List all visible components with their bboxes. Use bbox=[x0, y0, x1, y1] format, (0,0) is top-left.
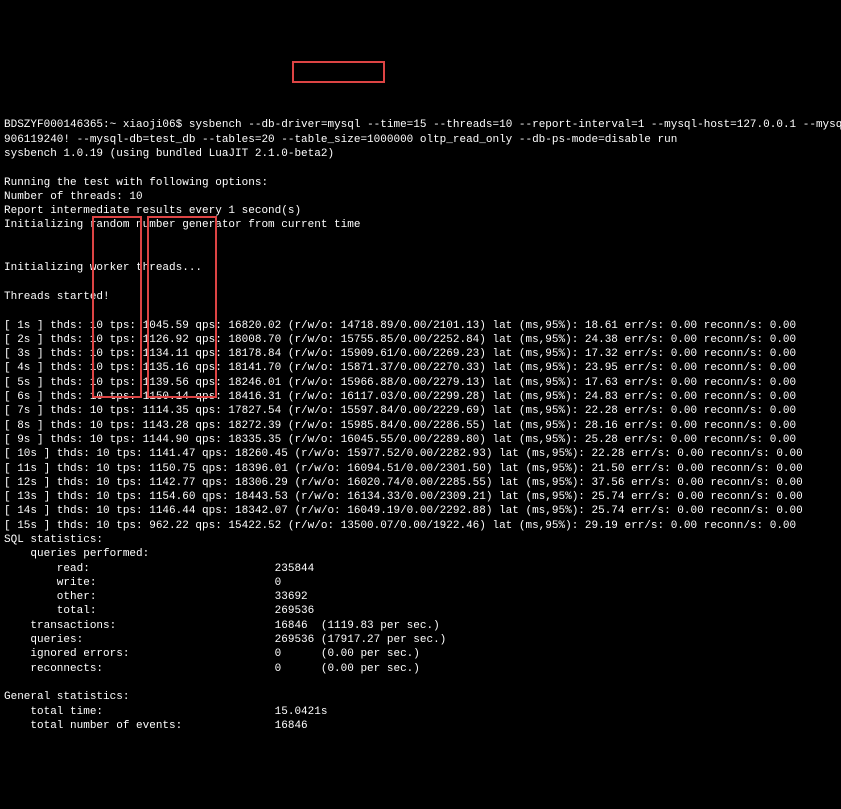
prompt-line-1: BDSZYF000146365:~ xiaoji06$ sysbench --d… bbox=[4, 119, 841, 131]
version-line: sysbench 1.0.19 (using bundled LuaJIT 2.… bbox=[4, 148, 334, 160]
stat-total-time: total time: 15.0421s bbox=[4, 706, 327, 718]
highlight-command-arg bbox=[292, 61, 385, 83]
stat-ignored-errors: ignored errors: 0 (0.00 per sec.) bbox=[4, 648, 420, 660]
interval-row: [ 9s ] thds: 10 tps: 1144.90 qps: 18335.… bbox=[4, 434, 796, 446]
queries-performed-header: queries performed: bbox=[4, 548, 149, 560]
interval-row: [ 14s ] thds: 10 tps: 1146.44 qps: 18342… bbox=[4, 505, 803, 517]
option-rng: Initializing random number generator fro… bbox=[4, 219, 360, 231]
sql-stats-header: SQL statistics: bbox=[4, 534, 103, 546]
terminal-output: BDSZYF000146365:~ xiaoji06$ sysbench --d… bbox=[4, 61, 837, 733]
threads-started: Threads started! bbox=[4, 291, 110, 303]
interval-row: [ 3s ] thds: 10 tps: 1134.11 qps: 18178.… bbox=[4, 348, 796, 360]
shell-prompt: BDSZYF000146365:~ xiaoji06$ bbox=[4, 119, 182, 131]
stat-transactions: transactions: 16846 (1119.83 per sec.) bbox=[4, 620, 440, 632]
option-interval: Report intermediate results every 1 seco… bbox=[4, 205, 301, 217]
stat-read: read: 235844 bbox=[4, 563, 314, 575]
stat-other: other: 33692 bbox=[4, 591, 308, 603]
stat-total: total: 269536 bbox=[4, 605, 314, 617]
interval-row: [ 13s ] thds: 10 tps: 1154.60 qps: 18443… bbox=[4, 491, 803, 503]
general-stats-header: General statistics: bbox=[4, 691, 129, 703]
interval-row: [ 2s ] thds: 10 tps: 1126.92 qps: 18008.… bbox=[4, 334, 796, 346]
stat-queries: queries: 269536 (17917.27 per sec.) bbox=[4, 634, 446, 646]
init-workers: Initializing worker threads... bbox=[4, 262, 202, 274]
option-threads: Number of threads: 10 bbox=[4, 191, 143, 203]
interval-row: [ 7s ] thds: 10 tps: 1114.35 qps: 17827.… bbox=[4, 405, 796, 417]
interval-row: [ 6s ] thds: 10 tps: 1150.14 qps: 18416.… bbox=[4, 391, 796, 403]
interval-row: [ 1s ] thds: 10 tps: 1045.59 qps: 16820.… bbox=[4, 320, 796, 332]
options-header: Running the test with following options: bbox=[4, 177, 268, 189]
interval-row: [ 5s ] thds: 10 tps: 1139.56 qps: 18246.… bbox=[4, 377, 796, 389]
prompt-line-2[interactable]: 906119240! --mysql-db=test_db --tables=2… bbox=[4, 134, 677, 146]
interval-row: [ 8s ] thds: 10 tps: 1143.28 qps: 18272.… bbox=[4, 420, 796, 432]
stat-reconnects: reconnects: 0 (0.00 per sec.) bbox=[4, 663, 420, 675]
interval-row: [ 4s ] thds: 10 tps: 1135.16 qps: 18141.… bbox=[4, 362, 796, 374]
stat-write: write: 0 bbox=[4, 577, 281, 589]
stat-total-events: total number of events: 16846 bbox=[4, 720, 308, 732]
command-part-1[interactable]: sysbench --db-driver=mysql --time=15 --t… bbox=[189, 119, 841, 131]
interval-row: [ 10s ] thds: 10 tps: 1141.47 qps: 18260… bbox=[4, 448, 803, 460]
interval-row: [ 15s ] thds: 10 tps: 962.22 qps: 15422.… bbox=[4, 520, 796, 532]
interval-row: [ 11s ] thds: 10 tps: 1150.75 qps: 18396… bbox=[4, 463, 803, 475]
interval-row: [ 12s ] thds: 10 tps: 1142.77 qps: 18306… bbox=[4, 477, 803, 489]
